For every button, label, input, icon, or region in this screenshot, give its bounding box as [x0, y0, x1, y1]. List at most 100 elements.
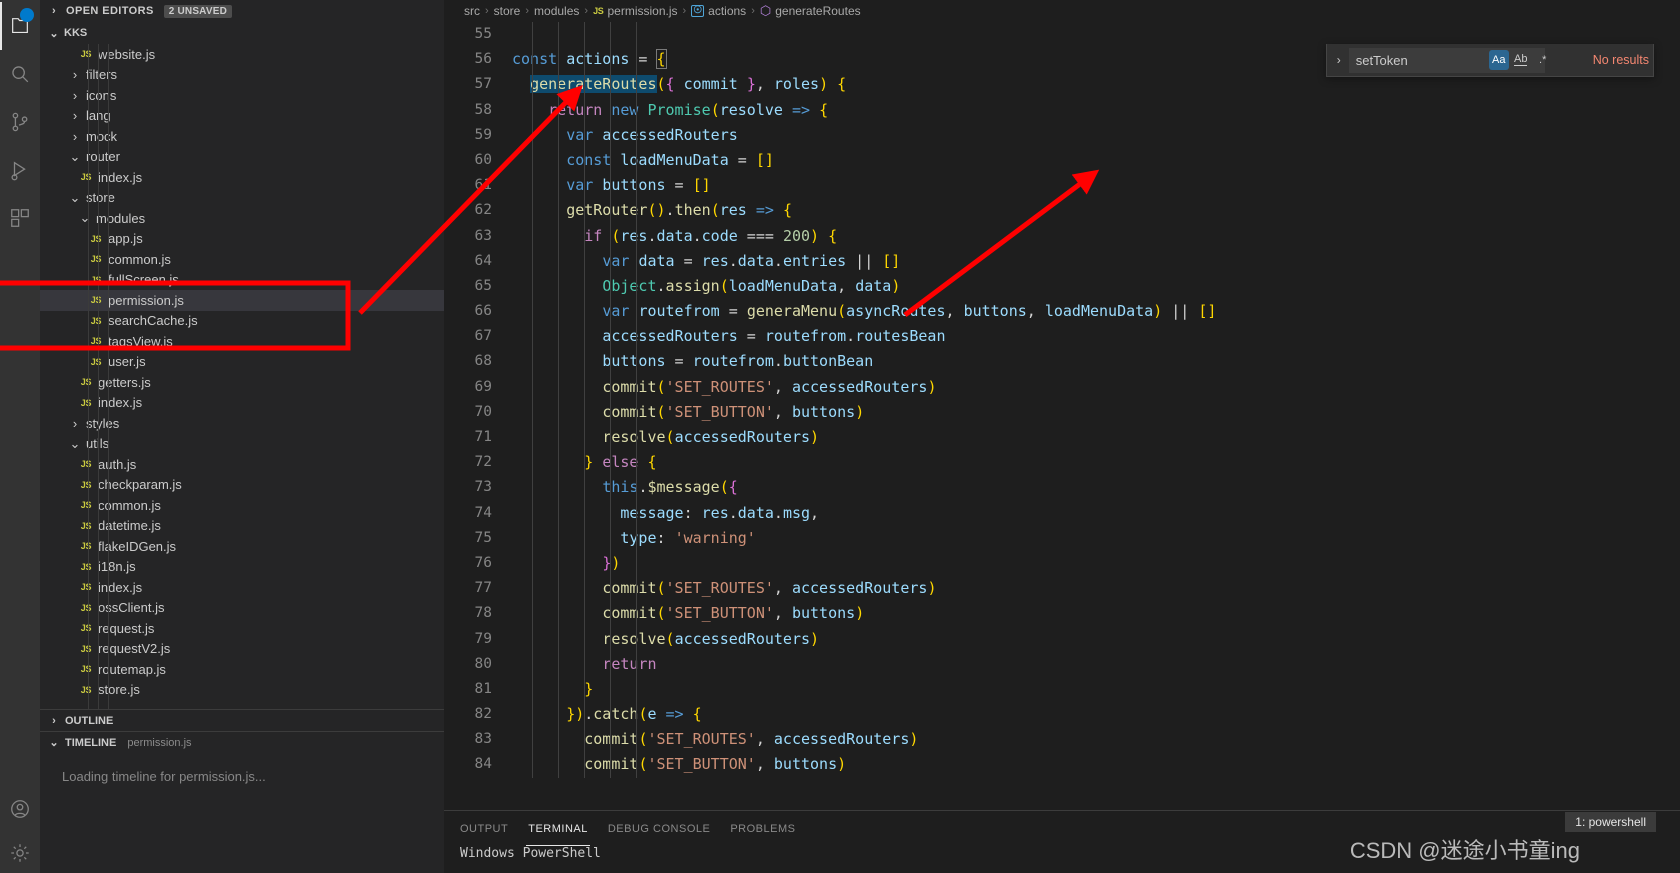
code-line[interactable]: 73 this.$message({	[444, 475, 1680, 500]
match-case-toggle[interactable]: Aa	[1488, 50, 1509, 70]
breadcrumb-item[interactable]: src	[464, 4, 480, 18]
activity-explorer-icon[interactable]	[0, 2, 40, 50]
tree-file-row[interactable]: JS searchCache.js	[40, 311, 444, 332]
tree-file-row[interactable]: JS auth.js	[40, 454, 444, 475]
tree-file-row[interactable]: JS checkparam.js	[40, 475, 444, 496]
tree-folder-row[interactable]: ⌄ router	[40, 147, 444, 168]
tree-file-row[interactable]: JS requestV2.js	[40, 639, 444, 660]
code-line[interactable]: 79 resolve(accessedRouters)	[444, 627, 1680, 652]
tree-file-row[interactable]: JS ossClient.js	[40, 598, 444, 619]
terminal-selector-dropdown[interactable]: 1: powershell	[1565, 812, 1656, 832]
tree-file-row[interactable]: JS index.js	[40, 577, 444, 598]
code-line[interactable]: 83 commit('SET_ROUTES', accessedRouters)	[444, 727, 1680, 752]
tree-folder-row[interactable]: ›lang	[40, 106, 444, 127]
code-line[interactable]: 71 resolve(accessedRouters)	[444, 425, 1680, 450]
code-line[interactable]: 59 var accessedRouters	[444, 123, 1680, 148]
chevron-down-icon[interactable]: ⌄	[68, 436, 82, 452]
activity-extensions-icon[interactable]	[0, 194, 40, 242]
code-line[interactable]: 66 var routefrom = generaMenu(asyncRoute…	[444, 299, 1680, 324]
chevron-right-icon[interactable]: ›	[68, 108, 82, 123]
match-whole-word-toggle[interactable]: Ab	[1511, 50, 1531, 70]
chevron-right-icon[interactable]: ›	[68, 88, 82, 103]
chevron-right-icon[interactable]: ›	[68, 129, 82, 144]
tree-file-row[interactable]: JS fullScreen.js	[40, 270, 444, 291]
code-line[interactable]: 62 getRouter().then(res => {	[444, 198, 1680, 223]
tree-folder-row[interactable]: ⌄utils	[40, 434, 444, 455]
breadcrumb-item[interactable]: JS permission.js	[593, 4, 677, 18]
tree-file-row[interactable]: JS tagsView.js	[40, 331, 444, 352]
tree-file-row[interactable]: JS datetime.js	[40, 516, 444, 537]
timeline-section-header[interactable]: ⌄ TIMELINE permission.js	[40, 731, 444, 753]
code-line[interactable]: 61 var buttons = []	[444, 173, 1680, 198]
breadcrumb-item[interactable]: modules	[534, 4, 579, 18]
code-line[interactable]: 70 commit('SET_BUTTON', buttons)	[444, 400, 1680, 425]
activity-search-icon[interactable]	[0, 50, 40, 98]
tree-folder-row[interactable]: › filters	[40, 65, 444, 86]
tree-file-row[interactable]: JS routemap.js	[40, 659, 444, 680]
chevron-right-icon[interactable]: ›	[68, 67, 82, 82]
tree-file-row[interactable]: JS getters.js	[40, 372, 444, 393]
outline-section-header[interactable]: › OUTLINE	[40, 709, 444, 731]
tree-folder-row[interactable]: ⌄ store	[40, 188, 444, 209]
tree-file-row[interactable]: JS store.js	[40, 680, 444, 701]
tree-file-row[interactable]: JS user.js	[40, 352, 444, 373]
tree-file-row[interactable]: JS flakeIDGen.js	[40, 536, 444, 557]
code-token: ===	[737, 226, 783, 245]
chevron-down-icon[interactable]: ⌄	[78, 210, 92, 226]
tree-file-row[interactable]: JS app.js	[40, 229, 444, 250]
tree-folder-row[interactable]: ⌄ modules	[40, 208, 444, 229]
tree-file-row[interactable]: JS i18n.js	[40, 557, 444, 578]
tree-file-row[interactable]: JS request.js	[40, 618, 444, 639]
code-line[interactable]: 81 }	[444, 677, 1680, 702]
code-line[interactable]: 58 return new Promise(resolve => {	[444, 98, 1680, 123]
code-line[interactable]: 64 var data = res.data.entries || []	[444, 249, 1680, 274]
code-line[interactable]: 68 buttons = routefrom.buttonBean	[444, 349, 1680, 374]
tree-file-row[interactable]: JS common.js	[40, 495, 444, 516]
code-line[interactable]: 84 commit('SET_BUTTON', buttons)	[444, 752, 1680, 777]
breadcrumb-item[interactable]: ☉ actions	[691, 4, 746, 18]
breadcrumb-item[interactable]: store	[494, 4, 521, 18]
code-line[interactable]: 75 type: 'warning'	[444, 526, 1680, 551]
tree-file-row[interactable]: JS permission.js	[40, 290, 444, 311]
tree-file-row[interactable]: JS website.js	[40, 44, 444, 65]
chevron-right-icon[interactable]: ›	[68, 416, 82, 431]
activity-accounts-icon[interactable]	[0, 785, 40, 833]
tree-file-row[interactable]: JS index.js	[40, 393, 444, 414]
editor-vertical-scrollbar[interactable]	[1666, 22, 1680, 810]
activity-settings-gear-icon[interactable]	[0, 833, 40, 873]
code-line[interactable]: 78 commit('SET_BUTTON', buttons)	[444, 601, 1680, 626]
code-line[interactable]: 60 const loadMenuData = []	[444, 148, 1680, 173]
code-line[interactable]: 65 Object.assign(loadMenuData, data)	[444, 274, 1680, 299]
panel-tab-problems[interactable]: PROBLEMS	[728, 811, 797, 846]
tree-folder-row[interactable]: › styles	[40, 413, 444, 434]
code-line[interactable]: 80 return	[444, 652, 1680, 677]
activity-run-debug-icon[interactable]	[0, 146, 40, 194]
code-line[interactable]: 72 } else {	[444, 450, 1680, 475]
code-editor[interactable]: 55 56 const actions = {57 generateRoutes({…	[444, 22, 1680, 810]
code-line[interactable]: 76 })	[444, 551, 1680, 576]
panel-tab-debug-console[interactable]: DEBUG CONSOLE	[606, 811, 712, 846]
breadcrumb-item[interactable]: ⬡ generateRoutes	[760, 3, 861, 19]
panel-tab-output[interactable]: OUTPUT	[458, 811, 510, 846]
code-line[interactable]: 77 commit('SET_ROUTES', accessedRouters)	[444, 576, 1680, 601]
code-line[interactable]: 67 accessedRouters = routefrom.routesBea…	[444, 324, 1680, 349]
tree-file-row[interactable]: JS common.js	[40, 249, 444, 270]
code-line[interactable]: 74 message: res.data.msg,	[444, 501, 1680, 526]
code-line[interactable]: 69 commit('SET_ROUTES', accessedRouters)	[444, 375, 1680, 400]
code-content[interactable]: 55 56 const actions = {57 generateRoutes({…	[444, 22, 1680, 778]
workspace-root-header[interactable]: ⌄ KKS	[40, 22, 444, 44]
code-token: new	[611, 100, 648, 119]
tree-folder-row[interactable]: › icons	[40, 85, 444, 106]
open-editors-header[interactable]: › OPEN EDITORS 2 UNSAVED	[40, 0, 444, 22]
tree-folder-row[interactable]: › mock	[40, 126, 444, 147]
activity-source-control-icon[interactable]	[0, 98, 40, 146]
toggle-replace-chevron-icon[interactable]: ›	[1329, 53, 1349, 67]
code-line[interactable]: 63 if (res.data.code === 200) {	[444, 224, 1680, 249]
panel-tab-terminal[interactable]: TERMINAL	[526, 811, 590, 846]
use-regex-toggle[interactable]: .*	[1533, 50, 1553, 70]
chevron-down-icon[interactable]: ⌄	[68, 149, 82, 165]
find-widget[interactable]: › Aa Ab .* No results	[1325, 44, 1654, 77]
code-line[interactable]: 82 }).catch(e => {	[444, 702, 1680, 727]
tree-file-row[interactable]: JS index.js	[40, 167, 444, 188]
chevron-down-icon[interactable]: ⌄	[68, 190, 82, 206]
